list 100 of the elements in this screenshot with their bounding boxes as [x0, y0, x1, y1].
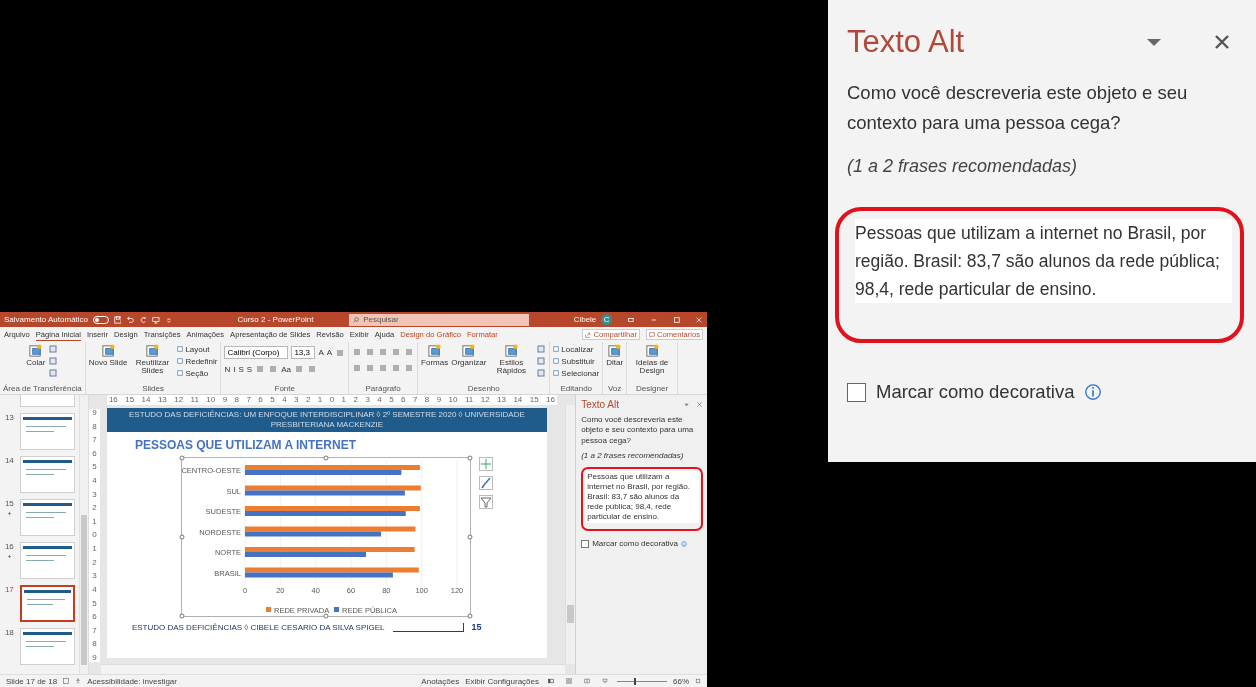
- font-field[interactable]: 13,3: [291, 346, 316, 359]
- toolbar-icon[interactable]: [366, 348, 375, 356]
- format-button[interactable]: A: [326, 348, 333, 357]
- format-button[interactable]: I: [233, 364, 236, 374]
- redo-icon[interactable]: [139, 315, 147, 324]
- toolbar-icon[interactable]: [405, 348, 414, 356]
- decorative-checkbox[interactable]: [581, 539, 590, 548]
- pane-question: Como você descreveria este objeto e seu contexto para uma pessoa cega?: [847, 81, 1189, 135]
- undo-icon[interactable]: [126, 315, 135, 324]
- toolbar-icon[interactable]: [269, 365, 278, 373]
- scrollbar[interactable]: [565, 405, 576, 664]
- ribbon-button[interactable]: Ideias de Design: [630, 343, 675, 381]
- close-icon[interactable]: [696, 401, 703, 408]
- ribbon-button[interactable]: Organizar: [451, 343, 487, 381]
- resize-handle[interactable]: [323, 613, 329, 619]
- ribbon-button[interactable]: Substituir: [553, 355, 600, 367]
- resize-handle[interactable]: [179, 455, 185, 461]
- brush-icon[interactable]: [478, 476, 493, 490]
- ribbon-button[interactable]: Estilos Rápidos: [489, 343, 534, 381]
- ribbon-display-icon[interactable]: [627, 315, 635, 324]
- caret-icon[interactable]: [1146, 37, 1162, 47]
- ruler-number: 3: [294, 396, 299, 404]
- toolbar-icon[interactable]: [379, 348, 388, 356]
- filter-icon[interactable]: [478, 495, 493, 509]
- ribbon-button[interactable]: Seção: [177, 367, 218, 379]
- ribbon-button[interactable]: Novo Slide: [88, 343, 128, 381]
- format-button[interactable]: Aa: [281, 364, 291, 374]
- ruler-number: 5: [270, 396, 275, 404]
- ruler-number: 1: [317, 396, 323, 404]
- toolbar-icon[interactable]: [392, 364, 401, 372]
- accessibility-icon[interactable]: [75, 678, 82, 684]
- notes-button[interactable]: Anotações: [421, 676, 460, 686]
- slide-thumbnail[interactable]: [19, 585, 75, 622]
- resize-handle[interactable]: [179, 534, 185, 540]
- font-field[interactable]: Calibri (Corpo): [224, 346, 289, 359]
- resize-handle[interactable]: [179, 613, 185, 619]
- toolbar-icon[interactable]: [336, 348, 345, 357]
- slide-header: ESTUDO DAS DEFICIÊNCIAS: UM ENFOQUE INTERDISCIPLINAR ◊ 2º SEMESTRE 2020 ◊ UNIVERSIDADE PRESBITERIANA MACKENZIE: [127, 410, 526, 430]
- normal-view-icon[interactable]: [548, 678, 554, 684]
- ribbon-button[interactable]: Reutilizar Slides: [130, 343, 175, 381]
- resize-handle[interactable]: [467, 613, 473, 619]
- slideshow-icon[interactable]: [602, 678, 608, 684]
- ribbon-button[interactable]: Ditar: [606, 343, 624, 381]
- ruler-number: 16: [546, 396, 555, 404]
- comment-icon: [648, 331, 655, 338]
- format-button[interactable]: S: [246, 364, 253, 374]
- reading-view-icon[interactable]: [584, 678, 590, 684]
- ruler-number: 3: [365, 396, 370, 404]
- format-button[interactable]: S: [238, 364, 244, 374]
- ruler-number: 4: [282, 396, 287, 404]
- ribbon-button[interactable]: Formas: [421, 343, 449, 381]
- ruler-number: 3: [92, 572, 97, 581]
- alt-text-field[interactable]: Pessoas que utilizam a internet no Brasil, por região. Brasil: 83,7 são alunos da rede pública; 98,4, rede particular de ensino.: [585, 470, 699, 523]
- format-button[interactable]: N: [224, 364, 231, 374]
- close-icon[interactable]: [695, 315, 704, 324]
- toolbar-icon[interactable]: [405, 364, 414, 372]
- toolbar-icon[interactable]: [379, 364, 388, 372]
- toolbar-icon[interactable]: [256, 365, 265, 373]
- ruler-number: 7: [92, 436, 97, 445]
- plus-icon[interactable]: [478, 457, 493, 471]
- ribbon-button[interactable]: Localizar: [553, 343, 600, 355]
- toolbar-icon[interactable]: [392, 348, 401, 356]
- toolbar-icon[interactable]: [353, 364, 362, 372]
- toolbar-icon[interactable]: [307, 365, 316, 373]
- ruler-number: 4: [377, 396, 382, 404]
- caret-icon[interactable]: [683, 401, 690, 408]
- ruler-number: 15: [125, 396, 135, 404]
- alt-text-field[interactable]: Pessoas que utilizam a internet no Brasil, por região. Brasil: 83,7 são alunos da rede pública; 98,4, rede particular de ensino.: [855, 219, 1232, 303]
- resize-handle[interactable]: [467, 455, 473, 461]
- save-icon[interactable]: [113, 315, 122, 324]
- decorative-checkbox[interactable]: [847, 382, 866, 402]
- search-field[interactable]: Pesquisar: [349, 313, 529, 326]
- scrollbar[interactable]: [78, 395, 88, 674]
- close-icon[interactable]: [1214, 34, 1230, 50]
- display-settings-button[interactable]: Exibir Configurações: [465, 676, 539, 686]
- ruler-number: 13: [157, 396, 167, 404]
- ruler-number: 1: [92, 517, 97, 526]
- user-avatar[interactable]: C: [601, 314, 612, 325]
- ruler-number: 6: [258, 396, 263, 404]
- format-button[interactable]: A: [318, 348, 324, 357]
- info-icon[interactable]: [1084, 383, 1103, 401]
- slide-title: PESSOAS QUE UTILIZAM A INTERNET: [134, 438, 357, 452]
- toolbar-icon[interactable]: [294, 365, 303, 373]
- fit-slide-icon[interactable]: [695, 678, 701, 684]
- presentation-icon[interactable]: [151, 315, 160, 324]
- pane-hint: (1 a 2 frases recomendadas): [581, 451, 685, 462]
- accessibility-status[interactable]: Acessibilidade: investigar: [87, 676, 177, 686]
- zoom-level[interactable]: 66%: [673, 676, 689, 686]
- ribbon-button[interactable]: Colar: [26, 343, 46, 381]
- ribbon-button[interactable]: Redefinir: [177, 355, 218, 367]
- info-icon[interactable]: [681, 540, 687, 547]
- ruler-number: 9: [436, 396, 442, 404]
- maximize-icon[interactable]: [672, 315, 681, 324]
- ribbon-button[interactable]: Selecionar: [553, 367, 600, 379]
- resize-handle[interactable]: [323, 455, 329, 461]
- resize-handle[interactable]: [467, 534, 473, 540]
- toolbar-icon[interactable]: [366, 364, 375, 372]
- ribbon-button[interactable]: Layout: [177, 343, 218, 355]
- toolbar-icon[interactable]: [353, 348, 362, 356]
- grid-view-icon[interactable]: [566, 678, 572, 684]
